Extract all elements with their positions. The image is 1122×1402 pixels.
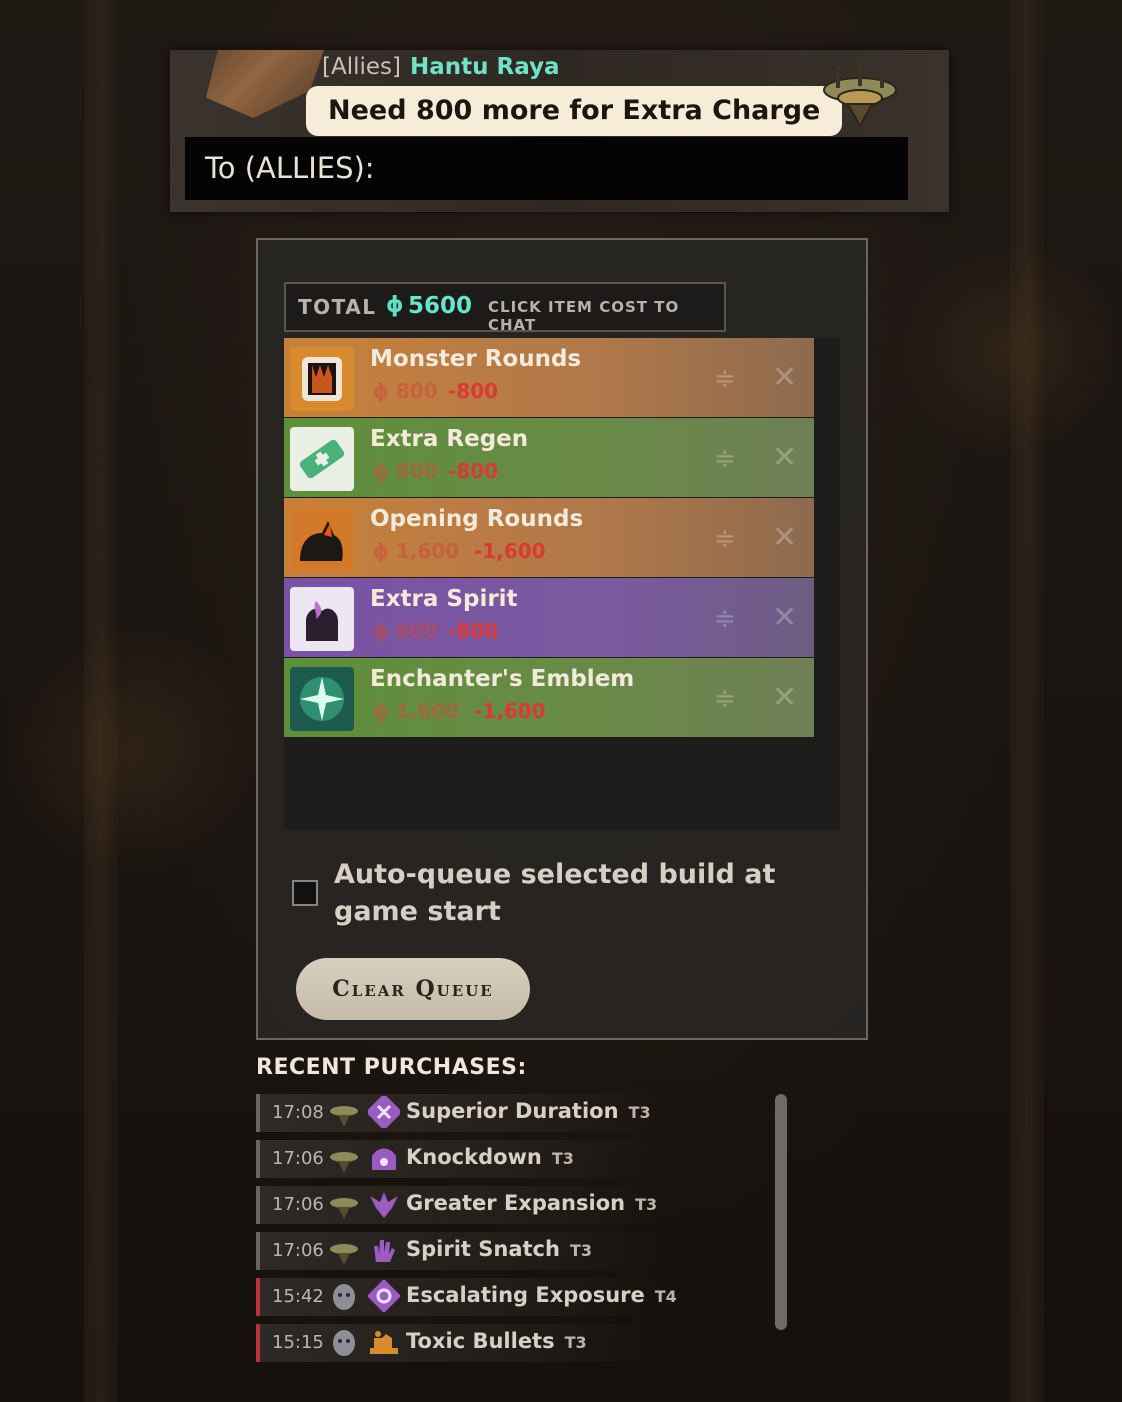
item-cost-diff: -800 — [448, 619, 499, 643]
purchase-time: 17:06 — [272, 1148, 324, 1169]
purchase-item-name: Greater Expansion T3 — [406, 1191, 658, 1215]
superior-duration-icon — [368, 1096, 400, 1128]
queue-item[interactable]: Extra Regen ɸ 800 -800 ≑ ✕ — [284, 418, 814, 497]
queue-item[interactable]: Opening Rounds ɸ 1,600 -1,600 ≑ ✕ — [284, 498, 814, 577]
click-cost-hint: CLICK ITEM COST TO CHAT — [488, 298, 680, 334]
drag-handle-icon[interactable]: ≑ — [714, 524, 736, 554]
purchase-item-name: Toxic Bullets T3 — [406, 1329, 587, 1353]
item-name: Extra Spirit — [370, 586, 518, 612]
purchase-row: 15:42 Escalating Exposure T4 — [256, 1278, 677, 1316]
purchase-row: 17:06 Greater Expansion T3 — [256, 1186, 660, 1224]
item-cost-diff: -800 — [448, 379, 499, 403]
purchase-tier: T4 — [654, 1287, 677, 1306]
purchase-row: 17:08 Superior Duration T3 — [256, 1094, 660, 1132]
chat-input[interactable]: To (ALLIES): — [185, 137, 908, 200]
build-queue-panel: TOTAL ɸ 5600 CLICK ITEM COST TO CHAT Mon… — [256, 238, 868, 1040]
remove-item-icon[interactable]: ✕ — [772, 680, 797, 715]
item-name: Enchanter's Emblem — [370, 666, 635, 692]
item-name: Monster Rounds — [370, 346, 582, 372]
item-cost[interactable]: ɸ 800 — [373, 619, 438, 643]
queue-item[interactable]: Extra Spirit ɸ 800 -800 ≑ ✕ — [284, 578, 814, 657]
ally-emblem-icon — [330, 1198, 358, 1219]
spirit-snatch-icon — [374, 1240, 395, 1262]
enchanters-emblem-icon — [290, 667, 354, 731]
purchase-item-name: Spirit Snatch T3 — [406, 1237, 592, 1261]
background-glow-left — [0, 620, 260, 880]
drag-handle-icon[interactable]: ≑ — [714, 364, 736, 394]
escalating-exposure-icon — [368, 1280, 400, 1312]
toxic-bullets-icon — [370, 1331, 398, 1354]
purchase-tier: T3 — [551, 1149, 574, 1168]
purchase-item-name: Superior Duration T3 — [406, 1099, 651, 1123]
ally-team-emblem-icon — [823, 60, 897, 129]
autoqueue-checkbox[interactable] — [292, 880, 318, 906]
extra-spirit-icon — [290, 587, 354, 651]
background-beam-left — [84, 0, 118, 1402]
drag-handle-icon[interactable]: ≑ — [714, 604, 736, 634]
item-cost[interactable]: ɸ 1,600 — [373, 539, 459, 563]
background-beam-right — [1010, 0, 1044, 1402]
drag-handle-icon[interactable]: ≑ — [714, 444, 736, 474]
chat-message-bubble: Need 800 more for Extra Charge — [306, 86, 843, 136]
purchase-tier: T3 — [628, 1103, 651, 1122]
purchase-time: 17:08 — [272, 1102, 324, 1123]
item-cost[interactable]: ɸ 1,600 — [373, 699, 459, 723]
purchase-item-name: Escalating Exposure T4 — [406, 1283, 677, 1307]
remove-item-icon[interactable]: ✕ — [772, 600, 797, 635]
total-cost-box: TOTAL ɸ 5600 CLICK ITEM COST TO CHAT — [284, 282, 726, 334]
queue-item[interactable]: Monster Rounds ɸ 800 -800 ≑ ✕ — [284, 338, 814, 417]
purchase-time: 17:06 — [272, 1240, 324, 1261]
ally-emblem-icon — [330, 1106, 358, 1127]
purchase-item-name: Knockdown T3 — [406, 1145, 574, 1169]
soul-currency-icon: ɸ — [386, 293, 404, 318]
remove-item-icon[interactable]: ✕ — [772, 440, 797, 475]
chat-channel-label: [Allies] — [322, 54, 401, 80]
purchase-tier: T3 — [635, 1195, 658, 1214]
item-name: Extra Regen — [370, 426, 529, 452]
ally-emblem-icon — [330, 1152, 358, 1173]
background-lantern-glow — [900, 240, 1120, 460]
item-cost[interactable]: ɸ 800 — [373, 379, 438, 403]
recent-purchases-title: RECENT PURCHASES: — [256, 1055, 527, 1080]
purchase-row: 15:15 Toxic Bullets T3 — [256, 1324, 660, 1362]
item-cost[interactable]: ɸ 800 — [373, 459, 438, 483]
total-value[interactable]: 5600 — [408, 293, 472, 319]
queued-items-list: Monster Rounds ɸ 800 -800 ≑ ✕ Extra Rege… — [284, 338, 840, 830]
item-cost-diff: -800 — [448, 459, 499, 483]
enemy-portrait-icon — [333, 1284, 355, 1310]
item-cost-diff: -1,600 — [474, 539, 546, 563]
purchase-time: 15:42 — [272, 1286, 324, 1307]
purchase-tier: T3 — [564, 1333, 587, 1352]
total-label: TOTAL — [298, 295, 377, 319]
clear-queue-button[interactable]: Clear Queue — [296, 958, 530, 1020]
purchase-tier: T3 — [569, 1241, 592, 1260]
item-cost-diff: -1,600 — [474, 699, 546, 723]
item-name: Opening Rounds — [370, 506, 584, 532]
recent-purchases-list: 17:08 Superior Duration T3 17:06 Knockdow… — [256, 1094, 787, 1394]
extra-regen-icon — [290, 427, 354, 491]
recent-purchases-scrollbar[interactable] — [775, 1094, 787, 1330]
greater-expansion-icon — [370, 1192, 398, 1218]
monster-rounds-icon — [290, 347, 354, 411]
opening-rounds-icon — [290, 507, 354, 571]
queue-item[interactable]: Enchanter's Emblem ɸ 1,600 -1,600 ≑ ✕ — [284, 658, 814, 737]
chat-sender-name[interactable]: Hantu Raya — [410, 54, 560, 80]
ally-emblem-icon — [330, 1244, 358, 1265]
purchase-time: 17:06 — [272, 1194, 324, 1215]
enemy-portrait-icon — [333, 1330, 355, 1356]
remove-item-icon[interactable]: ✕ — [772, 520, 797, 555]
autoqueue-label: Auto-queue selected build at game start — [334, 859, 776, 927]
purchase-time: 15:15 — [272, 1332, 324, 1353]
drag-handle-icon[interactable]: ≑ — [714, 684, 736, 714]
purchase-row: 17:06 Spirit Snatch T3 — [256, 1232, 660, 1270]
remove-item-icon[interactable]: ✕ — [772, 360, 797, 395]
purchase-row: 17:06 Knockdown T3 — [256, 1140, 660, 1178]
chat-panel: [Allies] Hantu Raya Need 800 more for Ex… — [170, 50, 949, 212]
knockdown-icon — [372, 1148, 396, 1170]
